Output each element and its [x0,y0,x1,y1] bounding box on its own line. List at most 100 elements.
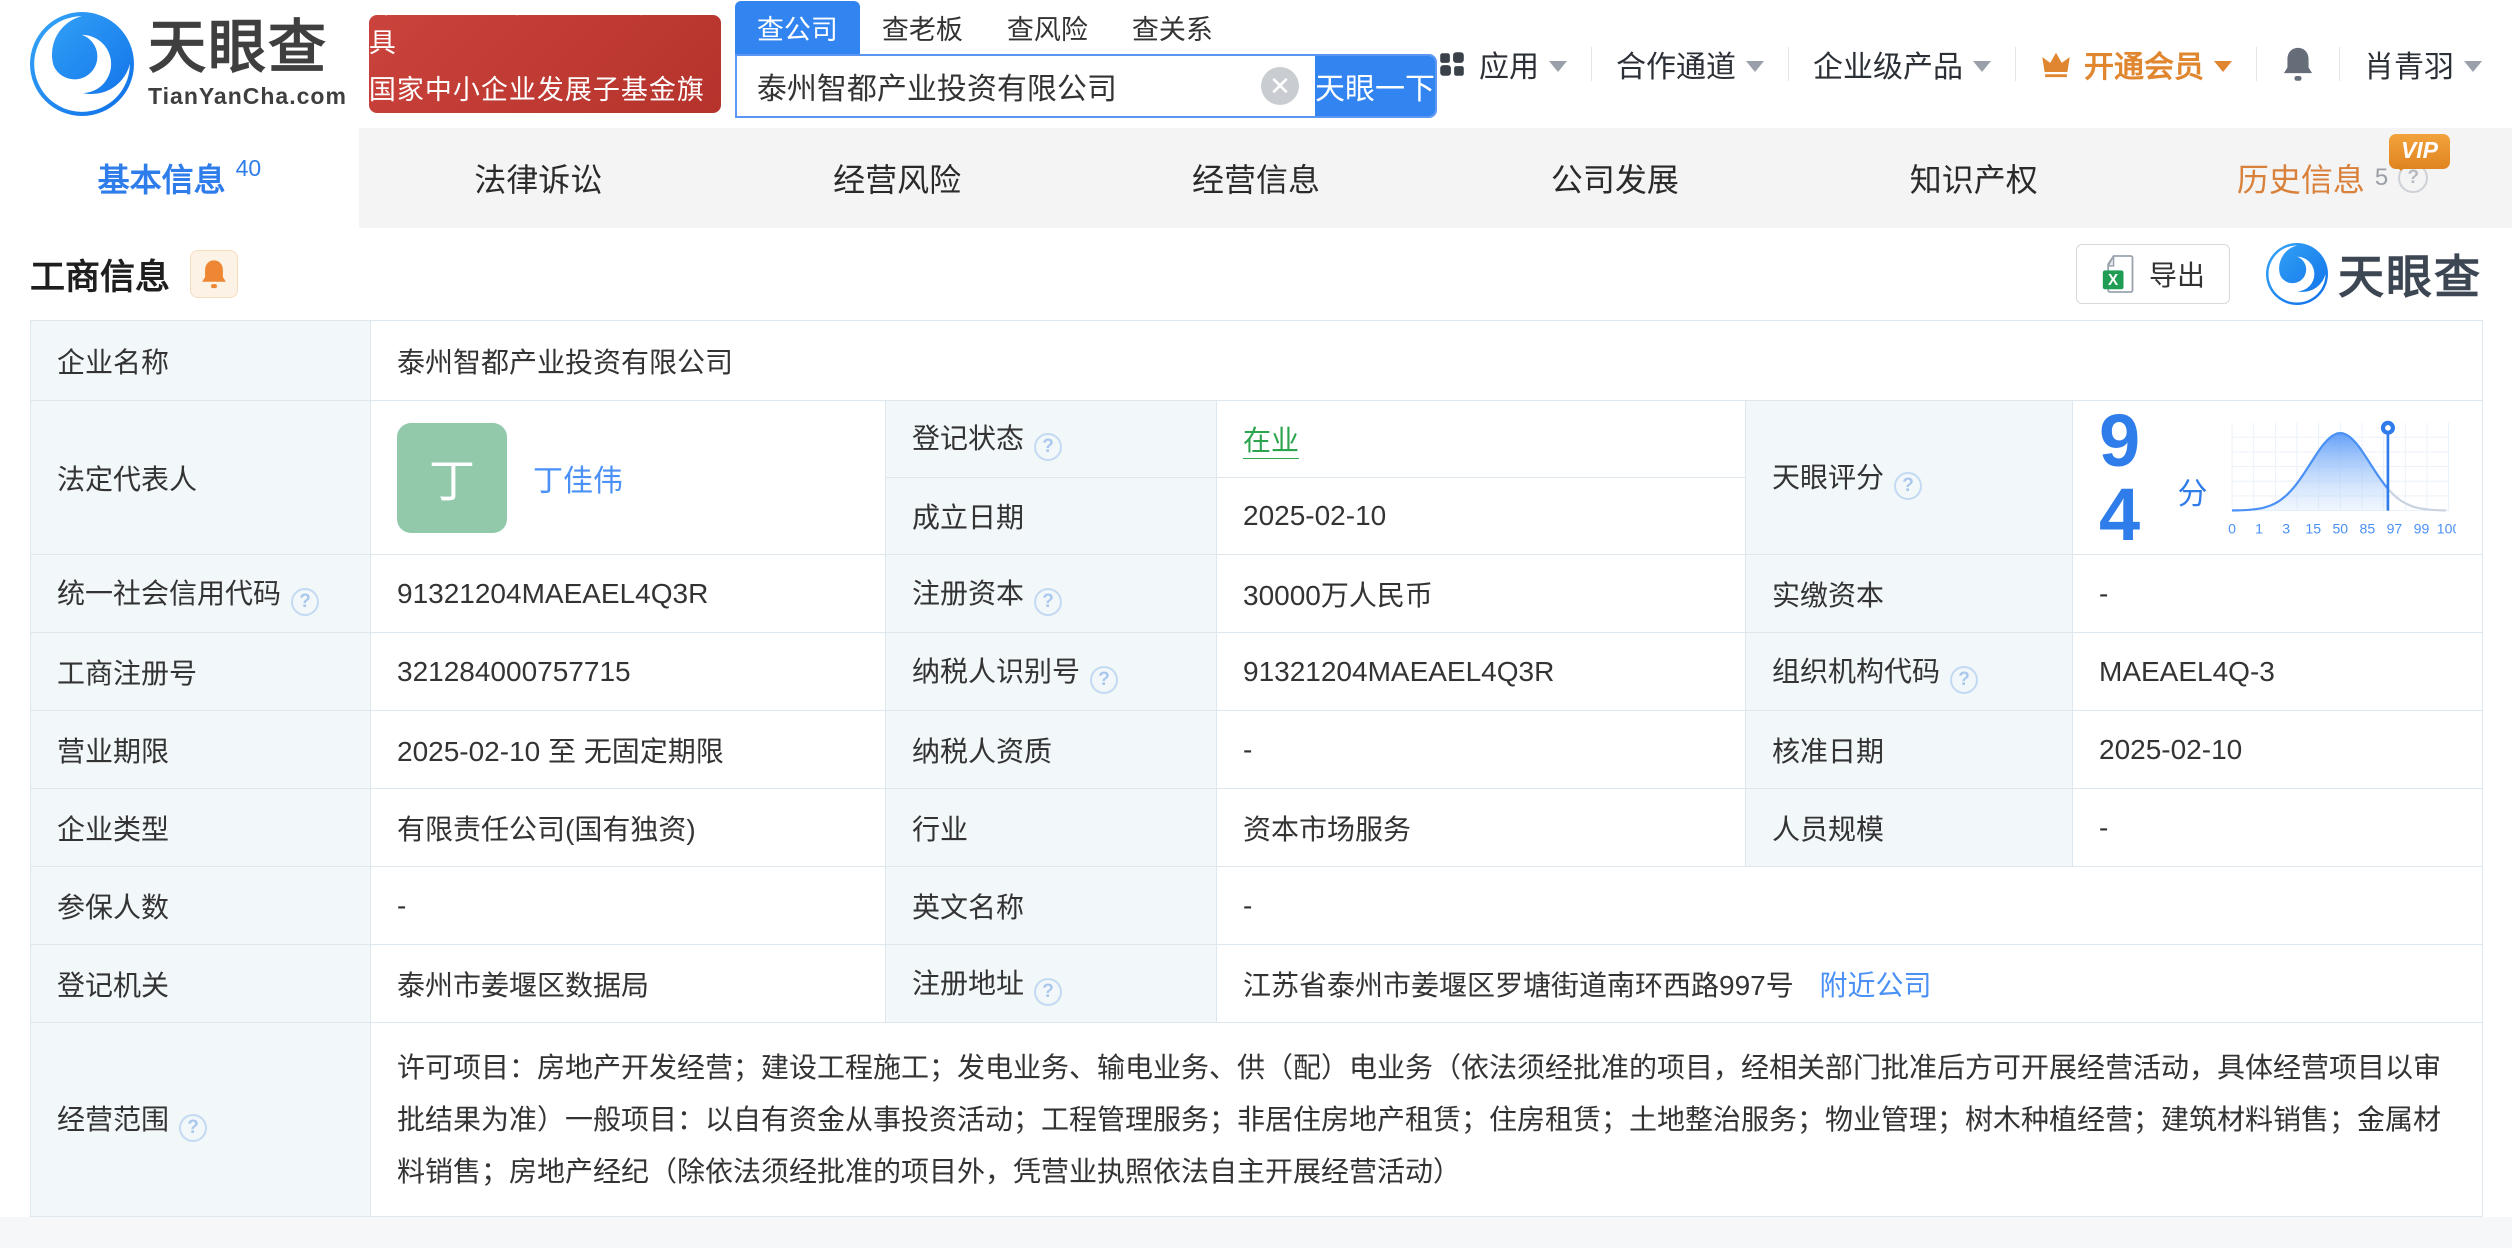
search-tab-relation[interactable]: 查关系 [1110,1,1235,54]
score-cell: 94 分 0 1 3 15 50 85 97 99 100 [2071,400,2484,555]
reg-capital-label-cell: 注册资本? [885,554,1217,633]
search-tab-risk[interactable]: 查风险 [985,1,1110,54]
company-type-label: 企业类型 [30,788,371,867]
table-row: 企业类型 有限责任公司(国有独资) 行业 资本市场服务 人员规模 - [30,788,2484,867]
insured-count-label: 参保人数 [30,866,371,945]
table-row: 登记机关 泰州市姜堰区数据局 注册地址? 江苏省泰州市姜堰区罗塘街道南环西路99… [30,944,2484,1023]
tab-development[interactable]: 公司发展 [1435,128,1794,228]
nearby-companies-link[interactable]: 附近公司 [1820,970,1932,1001]
search-tab-boss[interactable]: 查老板 [860,1,985,54]
grid-icon [1437,49,1467,79]
export-button[interactable]: X 导出 [2075,244,2230,304]
company-name-value: 泰州智都产业投资有限公司 [369,320,2484,401]
header: 天眼查 TianYanCha.com 都在用的商业查询工具 国家中小企业发展子基… [0,0,2512,144]
reg-number-label: 工商注册号 [30,632,371,711]
industry-label: 行业 [885,788,1217,867]
help-icon[interactable]: ? [291,587,320,616]
clear-search-icon[interactable]: ✕ [1261,67,1299,105]
user-menu[interactable]: 肖青羽 [2364,42,2482,86]
tab-risk[interactable]: 经营风险 [718,128,1077,228]
taxpayer-id-label: 纳税人识别号 [912,655,1081,687]
brand-logo[interactable]: 天眼查 TianYanCha.com [30,12,347,116]
search-area: 查公司 查老板 查风险 查关系 ✕ 天眼一下 [734,1,1437,118]
reg-authority-value: 泰州市姜堰区数据局 [370,944,886,1023]
approval-date-label: 核准日期 [1745,710,2073,789]
tianyancha-swirl-icon [2266,243,2328,305]
search-bar: ✕ 天眼一下 [734,54,1437,118]
tab-basic-label: 基本信息 [97,162,226,198]
credit-code-value: 91321204MAEAEL4Q3R [370,554,886,633]
establish-date-label: 成立日期 [885,477,1217,555]
chevron-down-icon [2464,60,2482,72]
tab-legal-label: 法律诉讼 [474,162,603,198]
tab-history-label: 历史信息 [2236,162,2365,198]
business-info-table: 企业名称 泰州智都产业投资有限公司 法定代表人 丁 丁佳伟 登记状态? 在业 天… [30,320,2484,1217]
search-tab-company[interactable]: 查公司 [734,1,860,54]
reg-authority-label: 登记机关 [30,944,371,1023]
reg-capital-value: 30000万人民币 [1216,554,1746,633]
svg-text:97: 97 [2387,520,2403,536]
header-nav: 应用 合作通道 企业级产品 开通会员 肖青羽 [1437,42,2482,86]
reg-capital-label: 注册资本 [912,577,1025,609]
nav-cooperation[interactable]: 合作通道 [1616,42,1764,86]
section-actions: X 导出 天眼查 [2075,241,2482,307]
tab-history[interactable]: VIP 历史信息 5 ? [2153,128,2512,228]
company-type-value: 有限责任公司(国有独资) [370,788,886,867]
vip-badge: VIP [2388,134,2451,171]
tab-operation[interactable]: 经营信息 [1077,128,1436,228]
tab-history-count: 5 [2374,164,2389,191]
nav-vip[interactable]: 开通会员 [2040,42,2232,86]
tab-legal[interactable]: 法律诉讼 [359,128,718,228]
watermark-brand-text: 天眼查 [2338,251,2482,303]
nav-enterprise[interactable]: 企业级产品 [1813,42,1991,86]
section-header: 工商信息 X 导出 天眼查 [30,228,2482,320]
nav-vip-label: 开通会员 [2084,51,2204,84]
business-term-value: 2025-02-10 至 无固定期限 [370,710,886,789]
divider [2015,47,2016,81]
tab-basic-count: 40 [235,154,262,181]
help-icon[interactable]: ? [1894,471,1923,500]
search-button[interactable]: 天眼一下 [1315,56,1435,116]
approval-date-value: 2025-02-10 [2071,710,2484,789]
company-name-label: 企业名称 [30,320,371,401]
tab-basic-info[interactable]: 基本信息 40 [0,128,359,228]
legal-rep-avatar[interactable]: 丁 [397,422,507,533]
username: 肖青羽 [2364,51,2454,84]
divider [1591,47,1592,81]
help-icon[interactable]: ? [1034,977,1063,1006]
monitor-bell-button[interactable] [190,250,239,298]
slogan-line1: 都在用的商业查询工具 [368,0,693,58]
bell-icon [202,260,226,289]
business-scope-value: 许可项目：房地产开发经营；建设工程施工；发电业务、输电业务、供（配）电业务（依法… [369,1022,2484,1217]
section-title: 工商信息 [30,257,171,297]
svg-text:50: 50 [2333,520,2349,536]
search-input[interactable] [736,56,1261,116]
tianyancha-swirl-icon [30,12,134,116]
svg-text:1: 1 [2256,520,2264,536]
help-icon[interactable]: ? [1034,587,1063,616]
score-label: 天眼评分 [1772,461,1885,493]
watermark-brand: 天眼查 [2266,241,2482,307]
legal-rep-link[interactable]: 丁佳伟 [533,456,623,500]
tab-ip[interactable]: 知识产权 [1794,128,2153,228]
nav-cooperation-label: 合作通道 [1616,51,1736,84]
help-icon[interactable]: ? [1034,433,1063,461]
help-icon[interactable]: ? [1090,665,1119,694]
help-icon[interactable]: ? [1950,665,1979,694]
notifications-bell[interactable] [2281,45,2315,83]
help-icon[interactable]: ? [179,1113,208,1142]
reg-status-value-cell: 在业 [1216,400,1746,478]
reg-status-label-cell: 登记状态? [885,400,1217,478]
divider [2256,47,2257,81]
search-tabs: 查公司 查老板 查风险 查关系 [734,1,1437,54]
tab-development-label: 公司发展 [1550,162,1679,198]
table-row: 经营范围? 许可项目：房地产开发经营；建设工程施工；发电业务、输电业务、供（配）… [30,1022,2484,1217]
svg-text:3: 3 [2283,520,2291,536]
score-distribution-chart: 0 1 3 15 50 85 97 99 100 [2229,420,2456,536]
table-row: 参保人数 - 英文名称 - [30,866,2484,945]
nav-apps-label: 应用 [1479,51,1539,84]
nav-apps[interactable]: 应用 [1437,42,1567,86]
brand-domain: TianYanCha.com [148,82,347,109]
business-term-label: 营业期限 [30,710,371,789]
establish-date-value: 2025-02-10 [1216,477,1746,555]
